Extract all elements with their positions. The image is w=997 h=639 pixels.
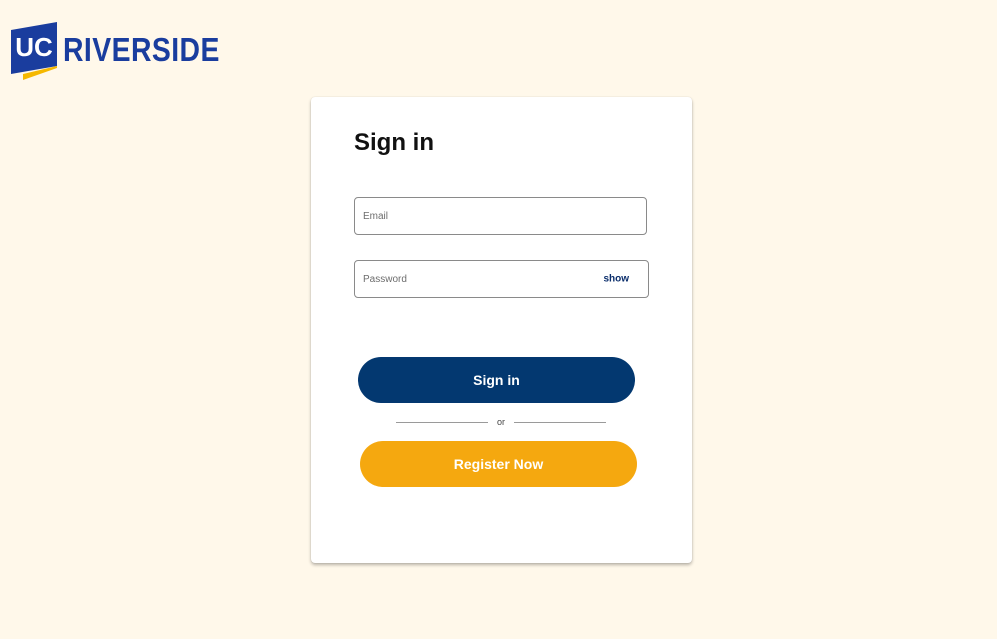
email-input[interactable] bbox=[355, 198, 646, 234]
logo-mark-text: UC bbox=[15, 32, 53, 62]
uc-logo-mark-icon: UC bbox=[11, 22, 57, 80]
or-divider: or bbox=[396, 415, 606, 429]
logo-wordmark: RIVERSIDE bbox=[63, 30, 220, 68]
ucr-logo[interactable]: UC RIVERSIDE bbox=[11, 22, 245, 80]
divider-line-left bbox=[396, 421, 488, 423]
page-title: Sign in bbox=[354, 129, 434, 156]
show-password-toggle[interactable]: show bbox=[603, 274, 629, 285]
divider-text: or bbox=[496, 417, 505, 427]
register-button[interactable]: Register Now bbox=[360, 441, 637, 487]
password-field[interactable]: show bbox=[354, 260, 649, 298]
divider-line-right bbox=[513, 421, 606, 423]
email-field[interactable] bbox=[354, 197, 647, 235]
signin-card: Sign in show Sign in or Register Now bbox=[311, 97, 692, 563]
signin-button[interactable]: Sign in bbox=[358, 357, 635, 403]
